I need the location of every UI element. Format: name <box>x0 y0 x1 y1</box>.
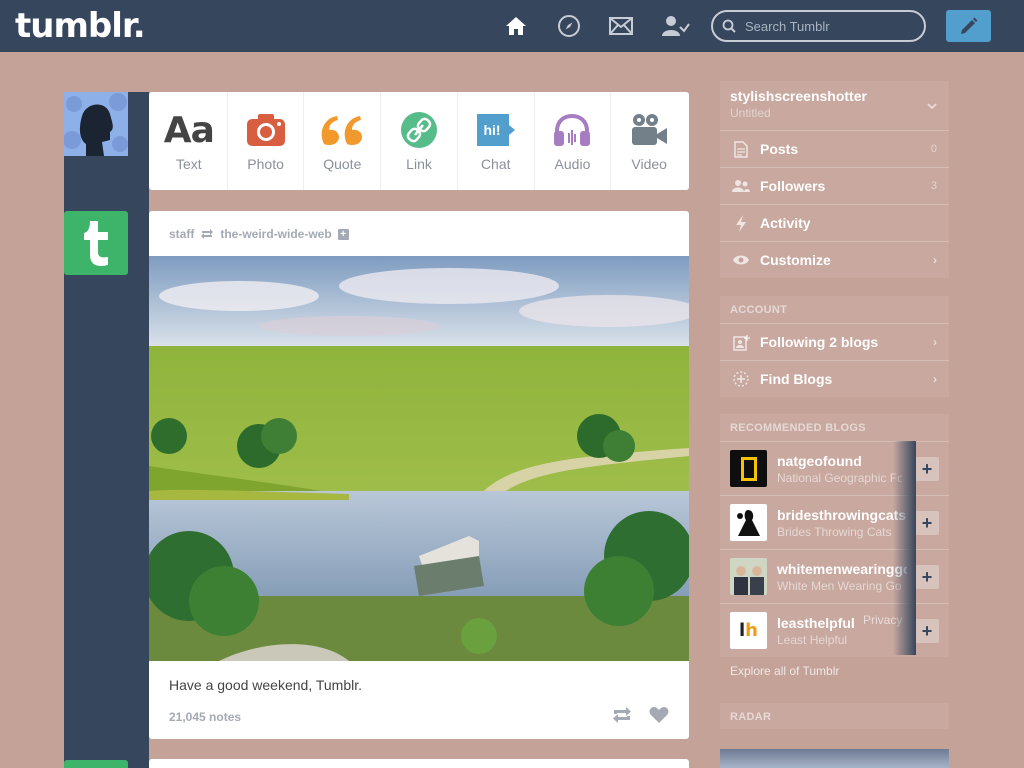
link-icon <box>400 110 438 150</box>
reblogged-from-link[interactable]: the-weird-wide-web <box>220 227 331 241</box>
top-navbar: tumblr. <box>0 0 1024 52</box>
sidebar-item-label: Find Blogs <box>760 371 833 387</box>
dashboard-timeline <box>64 92 149 768</box>
blog-avatar <box>730 504 767 541</box>
post-type-audio[interactable]: Audio <box>535 92 612 190</box>
sidebar-item-posts[interactable]: Posts 0 <box>720 130 949 167</box>
find-blogs-icon <box>732 370 750 388</box>
post-notes-count[interactable]: 21,045 notes <box>169 710 241 724</box>
tumblr-logo[interactable]: tumblr. <box>15 6 146 46</box>
blog-avatar <box>730 558 767 595</box>
post-type-chat[interactable]: hi! Chat <box>458 92 535 190</box>
post-caption: Have a good weekend, Tumblr. <box>169 677 363 693</box>
blog-title: Untitled <box>730 106 771 120</box>
eye-icon <box>732 254 750 266</box>
sidebar-item-label: Activity <box>760 215 811 231</box>
my-avatar[interactable] <box>64 92 128 156</box>
follow-button[interactable]: + <box>915 565 939 589</box>
explore-icon[interactable] <box>557 14 581 38</box>
scroll-shadow <box>893 441 916 655</box>
account-header: ACCOUNT <box>730 303 788 316</box>
pencil-icon <box>960 17 977 34</box>
blog-avatar: lh <box>730 612 767 649</box>
video-camera-icon <box>629 110 669 150</box>
chevron-right-icon: › <box>933 253 937 267</box>
sidebar-item-activity[interactable]: Activity <box>720 204 949 241</box>
post-type-video[interactable]: Video <box>611 92 687 190</box>
sidebar-item-followers[interactable]: Followers 3 <box>720 167 949 204</box>
sidebar-item-label: Customize <box>760 252 831 268</box>
chevron-right-icon: › <box>933 372 937 386</box>
inbox-icon[interactable] <box>609 14 633 38</box>
sidebar-item-label: Followers <box>760 178 826 194</box>
post-type-quote[interactable]: Quote <box>304 92 382 190</box>
reblog-icon[interactable] <box>611 706 633 724</box>
post-type-bar: Aa Text Photo Quote Link hi! Chat Audio <box>149 92 689 190</box>
follow-button[interactable]: + <box>915 511 939 535</box>
explore-all-link[interactable]: Explore all of Tumblr <box>730 664 839 678</box>
sidebar-blog-header[interactable]: stylishscreenshotter Untitled <box>720 81 949 130</box>
sidebar-item-find-blogs[interactable]: Find Blogs › <box>720 360 949 397</box>
sidebar-blog-menu: stylishscreenshotter Untitled Posts 0 Fo… <box>720 81 949 278</box>
staff-avatar[interactable] <box>64 211 128 275</box>
reblog-small-icon <box>201 229 214 239</box>
post-header: staff the-weird-wide-web + <box>169 227 349 241</box>
followers-icon <box>732 179 750 193</box>
sidebar-item-customize[interactable]: Customize › <box>720 241 949 278</box>
follow-button[interactable]: + <box>915 457 939 481</box>
posts-count: 0 <box>930 143 937 155</box>
home-icon[interactable] <box>504 14 528 38</box>
post-type-photo[interactable]: Photo <box>228 92 305 190</box>
sidebar-radar: RADAR <box>720 703 949 729</box>
account-icon[interactable] <box>662 14 690 38</box>
following-icon <box>732 334 750 351</box>
svg-text:hi!: hi! <box>483 122 500 138</box>
post-type-text[interactable]: Aa Text <box>151 92 228 190</box>
chevron-right-icon: › <box>933 335 937 349</box>
headphones-icon <box>552 110 592 150</box>
camera-icon <box>246 110 286 150</box>
sidebar-account: ACCOUNT Following 2 blogs › Find Blogs › <box>720 296 949 397</box>
like-heart-icon[interactable] <box>649 706 669 724</box>
sidebar-item-following[interactable]: Following 2 blogs › <box>720 323 949 360</box>
follow-button[interactable]: + <box>915 619 939 643</box>
search-input[interactable] <box>745 17 915 35</box>
chevron-down-icon[interactable] <box>927 103 937 110</box>
blog-avatar <box>730 450 767 487</box>
search-box[interactable] <box>711 10 926 42</box>
posts-icon <box>732 140 750 158</box>
post-author-link[interactable]: staff <box>169 227 194 241</box>
recommended-header: RECOMMENDED BLOGS <box>730 421 866 434</box>
post-actions <box>611 706 669 724</box>
radar-post-preview[interactable] <box>720 749 949 768</box>
next-post <box>149 759 689 768</box>
chat-icon: hi! <box>475 110 517 150</box>
sidebar-item-label: Posts <box>760 141 799 157</box>
dashboard-post: staff the-weird-wide-web + Have a good w… <box>149 211 689 739</box>
radar-header: RADAR <box>730 710 772 723</box>
next-post-avatar[interactable] <box>64 760 128 768</box>
follow-plus-icon[interactable]: + <box>337 228 349 240</box>
compose-button[interactable] <box>946 10 991 42</box>
blog-name: stylishscreenshotter <box>730 88 867 104</box>
lightning-icon <box>732 214 750 232</box>
post-photo[interactable] <box>149 256 689 661</box>
text-post-icon: Aa <box>163 109 215 151</box>
search-icon <box>722 19 736 33</box>
quote-icon <box>320 110 364 150</box>
followers-count: 3 <box>930 180 937 192</box>
post-type-link[interactable]: Link <box>381 92 458 190</box>
sidebar-item-label: Following 2 blogs <box>760 334 879 350</box>
